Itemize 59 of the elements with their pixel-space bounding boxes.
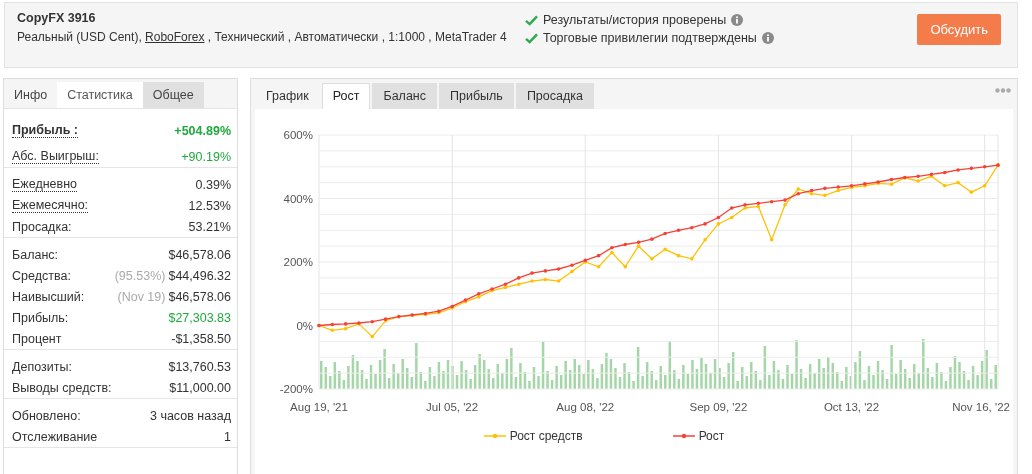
stat-value: $13,760.53 (168, 360, 231, 374)
stat-label: Прибыль: (12, 311, 69, 325)
chart-tab[interactable]: Просадка (515, 83, 594, 109)
chart-tab[interactable]: График (255, 83, 320, 109)
legend-label[interactable]: Рост (698, 429, 725, 443)
verification-text: Результаты/история проверены (543, 13, 727, 27)
stat-label: Баланс: (12, 248, 59, 262)
y-tick-label: 600% (283, 129, 313, 141)
legend-label[interactable]: Рост средств (509, 429, 583, 443)
stat-value: $44,496.32 (168, 269, 231, 283)
x-tick-label: Sep 09, '22 (689, 401, 748, 413)
stat-value: -$1,358.50 (171, 332, 231, 346)
stat-label: Ежедневно (12, 177, 78, 192)
stats-tab[interactable]: Статистика (57, 82, 143, 108)
stats-tab[interactable]: Инфо (4, 82, 58, 108)
stat-value: 1 (224, 430, 231, 444)
x-tick-label: Aug 19, '21 (290, 401, 348, 413)
chart-tab[interactable]: Баланс (372, 83, 437, 109)
stat-value: +504.89% (174, 124, 231, 138)
stat-value: $11,000.00 (169, 381, 231, 395)
chart-tab[interactable]: Прибыль (439, 83, 514, 109)
x-tick-label: Nov 16, '22 (952, 401, 1010, 413)
stat-value: 3 часов назад (149, 409, 231, 423)
stat-label: Ежемесячно: (12, 198, 89, 213)
stat-label: Средства: (12, 269, 71, 283)
more-icon[interactable] (995, 88, 1011, 93)
stat-value: $46,578.06 (168, 248, 231, 262)
stat-value: $27,303.83 (168, 311, 231, 325)
verification-text: Торговые привилегии подтверждены (543, 31, 757, 45)
stat-label: Процент (12, 332, 62, 346)
x-tick-label: Aug 08, '22 (556, 401, 615, 413)
y-tick-label: 0% (296, 319, 313, 332)
stat-label: Выводы средств: (12, 381, 112, 395)
stat-label: Обновлено: (12, 409, 81, 423)
chart-tab[interactable]: Рост (321, 83, 371, 109)
stat-label: Прибыль : (12, 123, 78, 138)
stat-label: Депозиты: (12, 360, 72, 374)
y-tick-label: -200% (279, 383, 313, 395)
y-tick-label: 200% (283, 256, 313, 268)
broker-link[interactable]: RoboForex (145, 30, 205, 44)
stat-note: (95.53%) (114, 269, 166, 283)
info-icon[interactable] (761, 32, 774, 44)
stat-label: Отслеживание (12, 430, 98, 444)
y-tick-label: 400% (283, 192, 313, 205)
info-icon[interactable] (731, 14, 744, 26)
stat-value: 53.21% (188, 220, 231, 234)
account-title: CopyFX 3916 (17, 11, 97, 25)
x-tick-label: Oct 13, '22 (823, 401, 880, 413)
stat-note: (Nov 19) (117, 290, 166, 304)
stat-value: 0.39% (195, 178, 231, 192)
account-description: Реальный (USD Cent), RoboForex , Технический , Автоматически , 1:1000 , MetaTrader 4 (17, 29, 507, 46)
stats-tab[interactable]: Общее (142, 82, 204, 108)
stat-label: Абс. Выигрыш: (12, 149, 99, 164)
stat-value: +90.19% (181, 150, 231, 164)
x-tick-label: Jul 05, '22 (426, 401, 479, 413)
stat-label: Наивысший: (12, 290, 85, 304)
stat-value: 12.53% (188, 199, 231, 213)
stat-label: Просадка: (12, 220, 72, 234)
stat-value: $46,578.06 (168, 290, 231, 304)
